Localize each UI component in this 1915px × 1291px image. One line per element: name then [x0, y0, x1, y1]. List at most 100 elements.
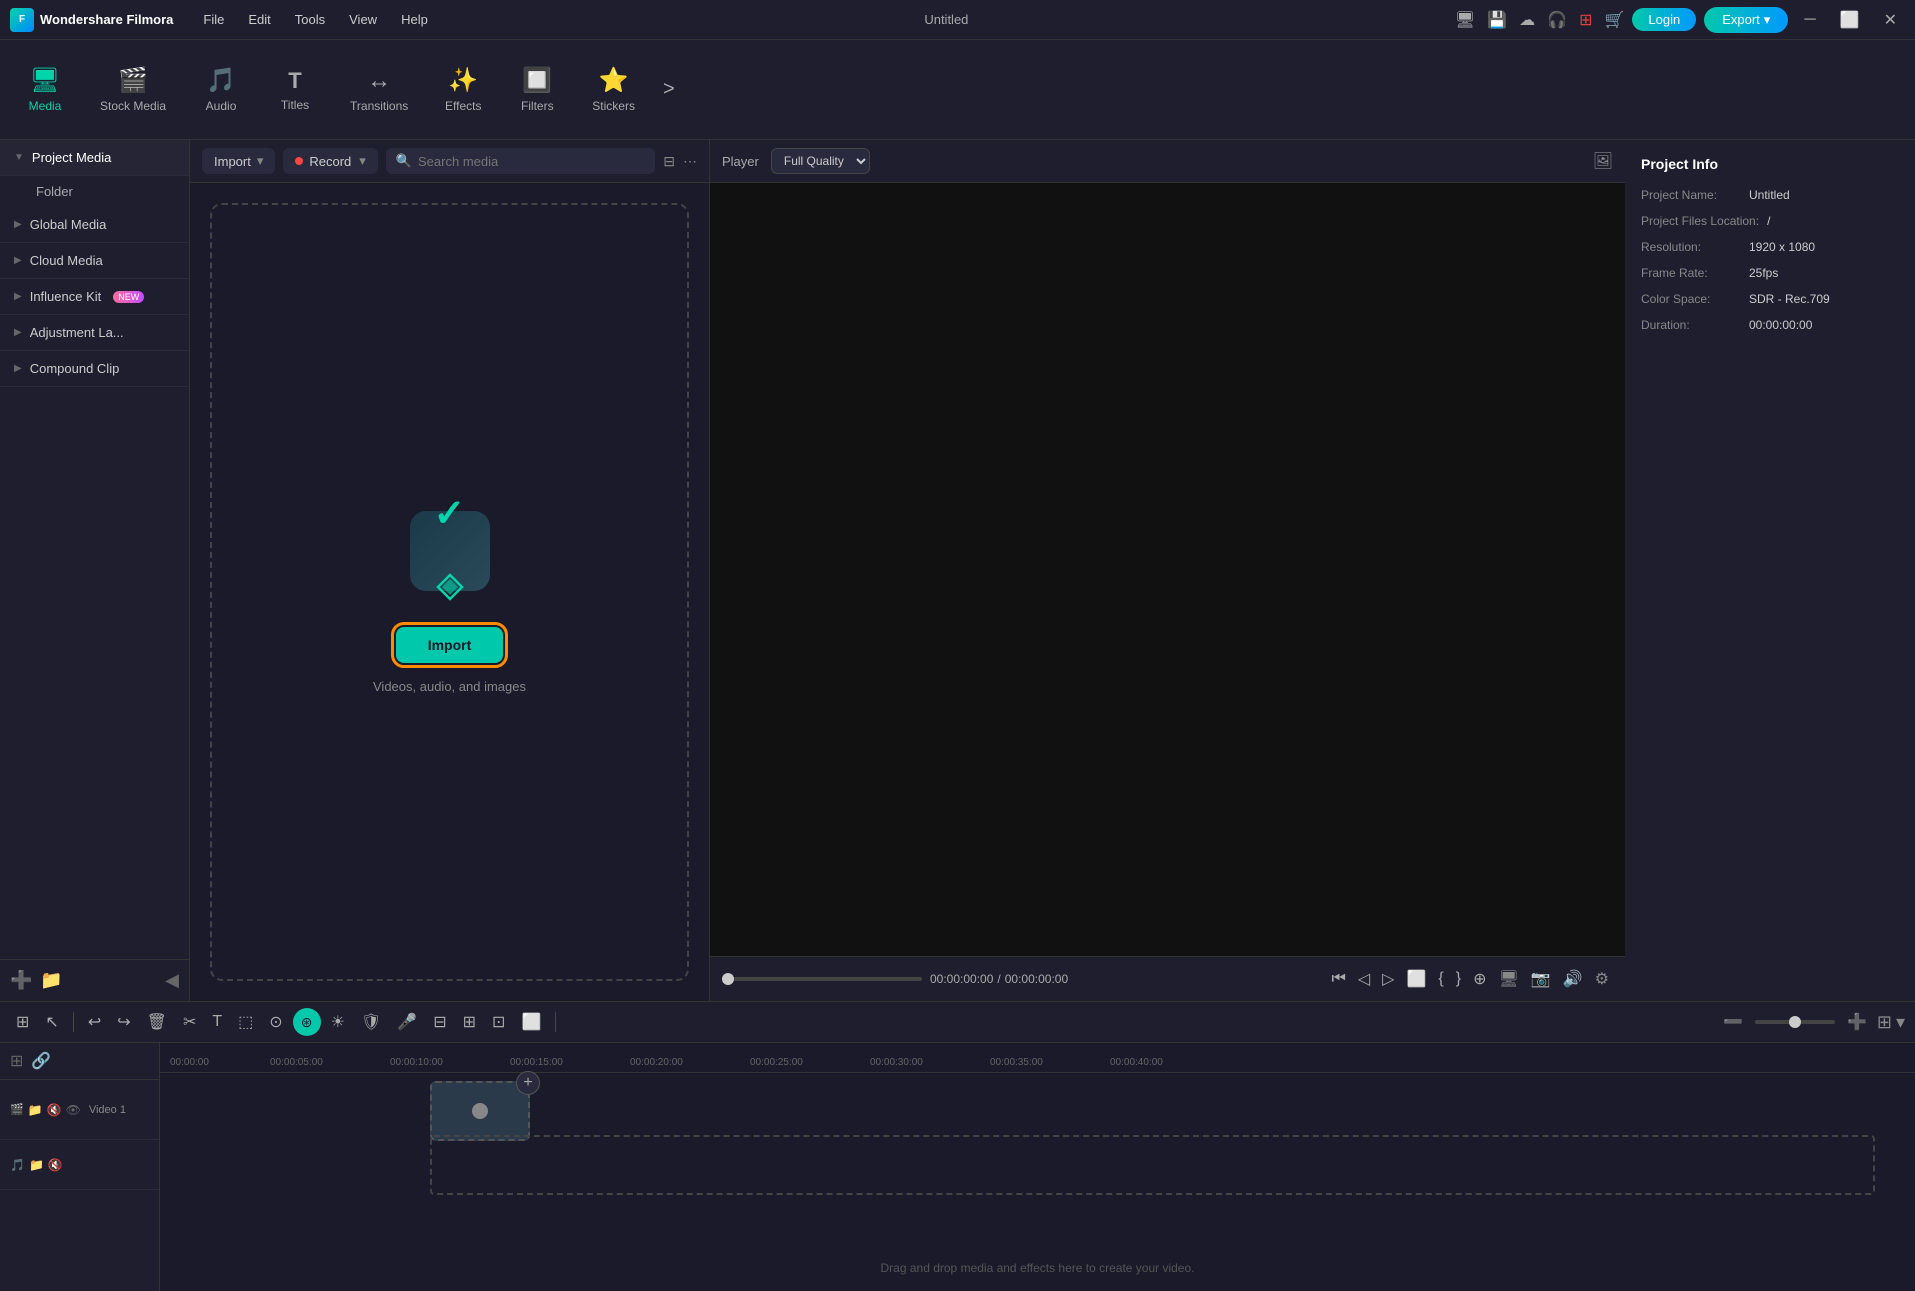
sidebar-item-cloud-media[interactable]: ▶ Cloud Media	[0, 243, 189, 279]
sidebar-item-project-media[interactable]: ▼ Project Media	[0, 140, 189, 176]
export-button[interactable]: Export ▾	[1704, 7, 1788, 33]
mark-out-button[interactable]: }	[1452, 966, 1465, 992]
zoom-out-button[interactable]: ➖	[1717, 1008, 1749, 1036]
save-icon[interactable]: 💾	[1487, 10, 1507, 30]
tool-stock-media[interactable]: 🎬 Stock Media	[84, 58, 182, 121]
timeline-active-tool[interactable]: ⊛	[293, 1008, 321, 1036]
monitor-out-icon[interactable]: 🖥	[1495, 965, 1523, 993]
timeline-undo-button[interactable]: ↩	[82, 1008, 107, 1036]
tool-titles[interactable]: T Titles	[260, 60, 330, 120]
sidebar-item-global-media[interactable]: ▶ Global Media	[0, 207, 189, 243]
record-dropdown-arrow: ▾	[359, 153, 366, 169]
timeline-mic-button[interactable]: 🎤	[391, 1008, 423, 1036]
timeline-ruler[interactable]: 00:00:00 00:00:05:00 00:00:10:00 00:00:1…	[160, 1043, 1915, 1073]
media-thumbnail: +	[430, 1081, 530, 1141]
add-to-timeline-button[interactable]: ⊕	[1469, 965, 1490, 993]
add-to-timeline-plus[interactable]: +	[516, 1071, 540, 1095]
tool-audio[interactable]: 🎵 Audio	[186, 58, 256, 121]
timeline-cut-button[interactable]: ✂	[177, 1008, 202, 1036]
link-track-icon[interactable]: 🔗	[31, 1051, 51, 1071]
menu-help[interactable]: Help	[391, 8, 438, 31]
menu-tools[interactable]: Tools	[285, 8, 335, 31]
video1-mute-icon[interactable]: 🔇	[47, 1103, 62, 1117]
tool-effects[interactable]: ✨ Effects	[428, 58, 498, 121]
prev-frame-button[interactable]: ⏮	[1327, 966, 1349, 992]
timeline-pip-button[interactable]: ⊡	[486, 1008, 511, 1036]
sidebar-item-folder[interactable]: Folder	[0, 176, 189, 207]
login-button[interactable]: Login	[1632, 8, 1696, 31]
timeline-tracks-area[interactable]: + Drag and drop media and effects here t…	[160, 1073, 1915, 1291]
timeline-multicam-button[interactable]: ⊞	[457, 1008, 482, 1036]
timeline-subtitle-button[interactable]: ⬜	[515, 1008, 547, 1036]
tool-filters[interactable]: 🔲 Filters	[502, 58, 572, 121]
add-track-icon[interactable]: ⊞	[10, 1051, 23, 1071]
record-button[interactable]: Record ▾	[283, 148, 377, 174]
maximize-button[interactable]: ⬜	[1832, 6, 1868, 34]
preview-time-slider[interactable]	[722, 977, 922, 981]
close-button[interactable]: ✕	[1876, 6, 1905, 34]
more-options-icon[interactable]: ⋯	[683, 153, 697, 170]
monitor-icon[interactable]: 🖥	[1455, 10, 1475, 30]
volume-icon[interactable]: 🔊	[1559, 965, 1587, 993]
settings-icon[interactable]: ⚙	[1591, 965, 1613, 993]
timeline-text-button[interactable]: T	[206, 1009, 228, 1035]
sidebar-item-compound-clip[interactable]: ▶ Compound Clip	[0, 351, 189, 387]
video1-eye-icon[interactable]: 👁	[66, 1103, 81, 1117]
timeline-crop-button[interactable]: ⬚	[232, 1008, 259, 1036]
video1-track-icons: 🎬 📁 🔇 👁 Video 1	[10, 1103, 126, 1117]
import-button[interactable]: Import ▾	[202, 148, 275, 174]
play-back-button[interactable]: ◁	[1354, 965, 1374, 993]
new-folder-icon[interactable]: 📁	[40, 970, 62, 991]
menu-file[interactable]: File	[193, 8, 234, 31]
search-input[interactable]	[418, 154, 645, 169]
tool-media[interactable]: 🖥 Media	[10, 58, 80, 121]
timeline-grid-icon[interactable]: ⊞	[1877, 1012, 1892, 1033]
stop-button[interactable]: ⬜	[1402, 965, 1430, 993]
audio1-folder-icon[interactable]: 📁	[29, 1158, 44, 1172]
timeline-redo-button[interactable]: ↪	[111, 1008, 136, 1036]
timeline-caption-button[interactable]: ⊟	[427, 1008, 452, 1036]
filter-icon[interactable]: ⊟	[663, 153, 675, 170]
sidebar-item-influence-kit[interactable]: ▶ Influence Kit NEW	[0, 279, 189, 315]
timeline-pointer-button[interactable]: ↖	[39, 1008, 64, 1036]
quality-select[interactable]: Full Quality	[771, 148, 870, 174]
timeline-ripple-button[interactable]: ⊙	[263, 1008, 288, 1036]
timeline-sun-button[interactable]: ☀	[325, 1008, 351, 1036]
timeline-zoom-controls: ➖ ➕	[1717, 1008, 1873, 1036]
add-media-icon[interactable]: ➕	[10, 970, 32, 991]
project-name-value: Untitled	[1749, 188, 1790, 202]
video1-lock-icon[interactable]: 📁	[28, 1103, 43, 1117]
cart-icon[interactable]: 🛒	[1604, 10, 1624, 30]
tool-stickers[interactable]: ⭐ Stickers	[576, 58, 651, 121]
zoom-slider[interactable]	[1755, 1020, 1835, 1024]
cloud-icon[interactable]: ☁	[1519, 10, 1535, 30]
grid-icon[interactable]: ⊞	[1579, 10, 1592, 30]
minimize-button[interactable]: ─	[1796, 7, 1823, 33]
sidebar-item-adjustment-layer[interactable]: ▶ Adjustment La...	[0, 315, 189, 351]
resolution-value: 1920 x 1080	[1749, 240, 1815, 254]
video1-label: Video 1	[89, 1104, 126, 1116]
headset-icon[interactable]: 🎧	[1547, 10, 1567, 30]
preview-panel: Player Full Quality 🖼 00:00:00:00 / 00:0…	[710, 140, 1625, 1001]
timeline-delete-button[interactable]: 🗑	[141, 1008, 173, 1036]
drag-drop-zone[interactable]	[430, 1135, 1875, 1195]
timeline-chevron-icon[interactable]: ▾	[1896, 1012, 1905, 1033]
preview-fullscreen-icon[interactable]: 🖼	[1593, 151, 1613, 171]
audio1-mute-icon[interactable]: 🔇	[48, 1158, 63, 1172]
sidebar: ▼ Project Media Folder ▶ Global Media ▶ …	[0, 140, 190, 1001]
tl-sep-1	[73, 1012, 74, 1032]
total-time: 00:00:00:00	[1005, 972, 1068, 986]
timeline-shield-button[interactable]: 🛡	[355, 1008, 387, 1036]
menu-view[interactable]: View	[339, 8, 387, 31]
play-button[interactable]: ▷	[1378, 965, 1398, 993]
menu-edit[interactable]: Edit	[238, 8, 280, 31]
import-big-button[interactable]: Import	[396, 627, 504, 663]
timeline-add-track-button[interactable]: ⊞	[10, 1008, 35, 1036]
zoom-in-button[interactable]: ➕	[1841, 1008, 1873, 1036]
snapshot-icon[interactable]: 📷	[1527, 965, 1555, 993]
tool-transitions[interactable]: ↔ Transitions	[334, 59, 424, 121]
mark-in-button[interactable]: {	[1434, 966, 1447, 992]
timeline-drop-hint: Drag and drop media and effects here to …	[881, 1261, 1195, 1275]
toolbar-more-button[interactable]: >	[655, 70, 683, 109]
collapse-sidebar-icon[interactable]: ◀	[165, 970, 179, 991]
